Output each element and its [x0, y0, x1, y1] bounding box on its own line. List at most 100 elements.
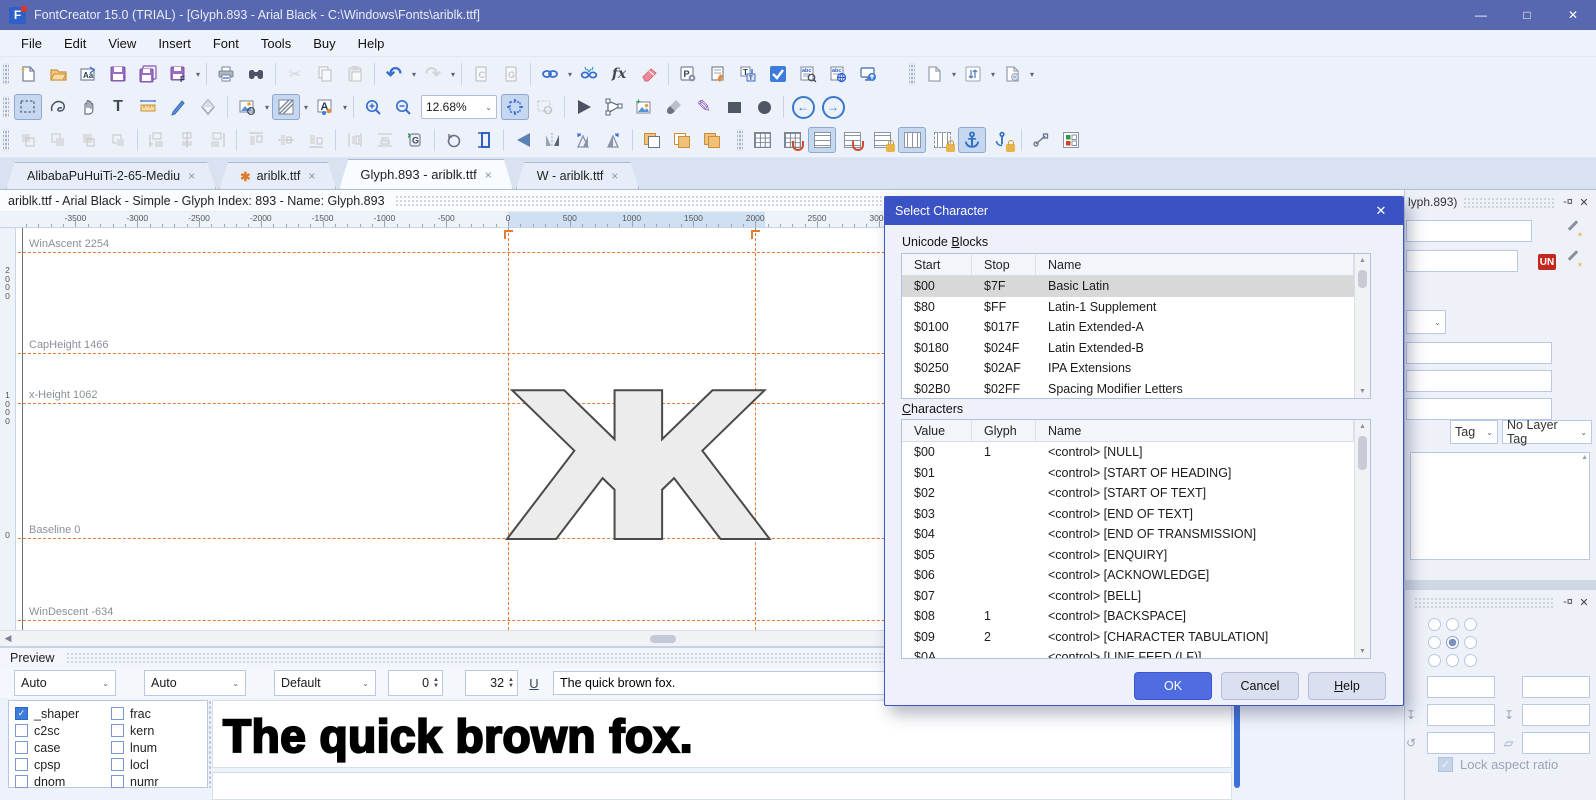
- rotate-ccw-icon[interactable]: [569, 127, 597, 153]
- feature-checkbox[interactable]: [15, 741, 28, 754]
- new-glyph-icon[interactable]: ✦: [14, 61, 42, 87]
- spin-down-icon[interactable]: ▼: [433, 683, 439, 689]
- lock-anchors-icon[interactable]: [988, 127, 1016, 153]
- unicode-block-row[interactable]: $00$7FBasic Latin: [902, 276, 1370, 297]
- height-field[interactable]: [1522, 676, 1590, 698]
- highlight-dropdown-icon[interactable]: ▾: [341, 103, 349, 112]
- background-image-dropdown-icon[interactable]: ▾: [263, 103, 271, 112]
- feature-checkbox[interactable]: [111, 758, 124, 771]
- feature-numr[interactable]: numr: [111, 773, 207, 790]
- scroll-down-icon[interactable]: ▼: [1355, 388, 1370, 395]
- align-right-icon[interactable]: [203, 127, 231, 153]
- panel-close-icon[interactable]: ✕: [1576, 596, 1592, 609]
- link-dropdown-icon[interactable]: ▾: [566, 70, 574, 79]
- align-top-icon[interactable]: [242, 127, 270, 153]
- distribute-vertical-icon[interactable]: [371, 127, 399, 153]
- save-all-icon[interactable]: [134, 61, 162, 87]
- snap-to-grid-icon[interactable]: [778, 127, 806, 153]
- character-row[interactable]: $001<control> [NULL]: [902, 442, 1370, 463]
- show-grid-icon[interactable]: [748, 127, 776, 153]
- tab-alibabapuhuiti-2-65-mediu[interactable]: AlibabaPuHuiTi-2-65-Mediu×: [6, 162, 216, 189]
- lock-guidelines-icon[interactable]: [868, 127, 896, 153]
- cancel-button[interactable]: Cancel: [1222, 673, 1298, 699]
- unicode-block-row[interactable]: $80$FFLatin-1 Supplement: [902, 297, 1370, 318]
- fill-mode-dropdown-icon[interactable]: ▾: [302, 103, 310, 112]
- character-row[interactable]: $092<control> [CHARACTER TABULATION]: [902, 627, 1370, 648]
- character-row[interactable]: $06<control> [ACKNOWLEDGE]: [902, 565, 1370, 586]
- feature-checkbox[interactable]: [111, 775, 124, 788]
- tab-close-icon[interactable]: ×: [308, 169, 315, 183]
- preview-scrollbar[interactable]: [1234, 700, 1240, 788]
- unicode-block-row[interactable]: $0250$02AFIPA Extensions: [902, 358, 1370, 379]
- next-glyph-icon[interactable]: →: [819, 94, 847, 120]
- maximize-button[interactable]: □: [1504, 0, 1550, 30]
- glyph-properties-icon[interactable]: P: [674, 61, 702, 87]
- show-anchors-icon[interactable]: [958, 127, 986, 153]
- zoom-in-icon[interactable]: [359, 94, 387, 120]
- open-installed-font-icon[interactable]: Aa: [74, 61, 102, 87]
- combo-chevron-icon[interactable]: ⌄: [232, 679, 239, 688]
- pencil-tool-icon[interactable]: ✎: [690, 94, 718, 120]
- layer-tag-combo[interactable]: No Layer Tag⌄: [1502, 420, 1592, 444]
- close-button[interactable]: ✕: [1550, 0, 1596, 30]
- anchor-radio[interactable]: [1464, 654, 1477, 667]
- paste-glyph-icon[interactable]: G: [497, 61, 525, 87]
- minimize-button[interactable]: —: [1458, 0, 1504, 30]
- font-validation-icon[interactable]: [764, 61, 792, 87]
- scroll-up-icon[interactable]: ▲: [1355, 257, 1370, 264]
- column-header-start[interactable]: Start: [902, 254, 972, 275]
- underline-button[interactable]: U: [524, 672, 544, 694]
- unicode-block-row[interactable]: $0100$017FLatin Extended-A: [902, 317, 1370, 338]
- feature-checkbox[interactable]: ✓: [15, 707, 28, 720]
- column-header-name[interactable]: Name: [1036, 420, 1354, 441]
- wand-icon[interactable]: [1564, 221, 1582, 239]
- autonaming-icon[interactable]: abc: [794, 61, 822, 87]
- highlight-features-icon[interactable]: A: [311, 94, 339, 120]
- intersect-contours-icon[interactable]: [668, 127, 696, 153]
- feature-shaper[interactable]: ✓_shaper: [15, 705, 111, 722]
- tab-w-ariblk-ttf[interactable]: W - ariblk.ttf×: [516, 162, 640, 189]
- panel-close-icon[interactable]: ✕: [1576, 196, 1592, 209]
- install-font-icon[interactable]: [854, 61, 882, 87]
- page-options-dropdown-icon[interactable]: ▾: [950, 70, 958, 79]
- previous-glyph-icon[interactable]: ←: [789, 94, 817, 120]
- distribute-horizontal-icon[interactable]: [341, 127, 369, 153]
- align-center-icon[interactable]: [173, 127, 201, 153]
- feature-lnum[interactable]: lnum: [111, 739, 207, 756]
- page-options-icon[interactable]: [920, 61, 948, 87]
- pin-icon[interactable]: -¤: [1560, 196, 1576, 208]
- contour-direction-icon[interactable]: [1027, 127, 1055, 153]
- feature-checkbox[interactable]: [15, 758, 28, 771]
- select-tool-icon[interactable]: [14, 94, 42, 120]
- feature-checkbox[interactable]: [111, 724, 124, 737]
- union-contours-icon[interactable]: [638, 127, 666, 153]
- glyph-metrics-icon[interactable]: G: [401, 127, 429, 153]
- copy-icon[interactable]: [311, 61, 339, 87]
- align-left-icon[interactable]: [143, 127, 171, 153]
- toolbar-grip[interactable]: [3, 129, 9, 151]
- move-contour-up-icon[interactable]: [14, 127, 42, 153]
- character-row[interactable]: $02<control> [START OF TEXT]: [902, 483, 1370, 504]
- menu-item-view[interactable]: View: [97, 32, 147, 55]
- zoom-out-icon[interactable]: [389, 94, 417, 120]
- ellipse-tool-icon[interactable]: [750, 94, 778, 120]
- glyph-type-combo[interactable]: ⌄: [1406, 310, 1446, 334]
- unicode-block-row[interactable]: $02B0$02FFSpacing Modifier Letters: [902, 379, 1370, 400]
- flip-horizontal-icon[interactable]: [509, 127, 537, 153]
- scroll-left-icon[interactable]: ◀: [0, 633, 16, 644]
- anchor-radio-selected[interactable]: [1446, 636, 1459, 649]
- metrics-field-1[interactable]: [1406, 342, 1552, 364]
- open-font-icon[interactable]: [44, 61, 72, 87]
- scroll-down-icon[interactable]: ▼: [1355, 648, 1370, 655]
- background-image-icon[interactable]: [233, 94, 261, 120]
- menu-item-tools[interactable]: Tools: [250, 32, 302, 55]
- help-button[interactable]: Help: [1309, 673, 1385, 699]
- spin-down-icon[interactable]: ▼: [508, 683, 514, 689]
- sort-glyphs-icon[interactable]: [959, 61, 987, 87]
- tab-close-icon[interactable]: ×: [188, 169, 195, 183]
- menu-item-file[interactable]: File: [10, 32, 53, 55]
- scrollbar-handle[interactable]: [650, 635, 676, 643]
- feature-c2sc[interactable]: c2sc: [15, 722, 111, 739]
- panel-list-box[interactable]: ▲: [1410, 452, 1590, 560]
- align-bottom-icon[interactable]: [302, 127, 330, 153]
